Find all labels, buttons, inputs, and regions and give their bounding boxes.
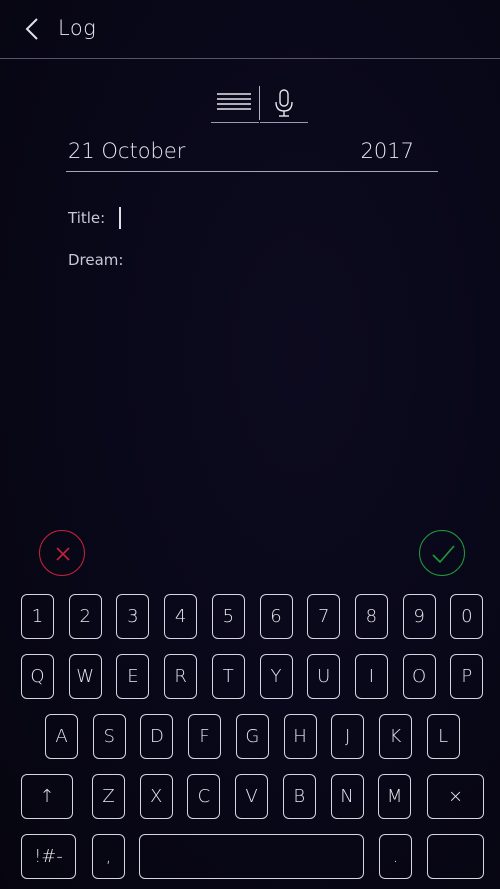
key-z[interactable]: Z (92, 774, 125, 819)
key-1[interactable]: 1 (21, 594, 54, 639)
checkmark-icon (432, 545, 455, 564)
key-q[interactable]: Q (21, 654, 54, 699)
key-x[interactable]: X (139, 774, 173, 819)
input-mode-switch (211, 84, 308, 123)
key-9[interactable]: 9 (402, 594, 436, 639)
key-i[interactable]: I (354, 654, 388, 699)
title-label: Title: (68, 209, 106, 227)
app-header: Log (0, 0, 500, 59)
comma-key[interactable]: , (92, 834, 125, 879)
key-r[interactable]: R (164, 654, 198, 699)
text-lines-icon (217, 93, 251, 110)
key-0[interactable]: 0 (450, 594, 484, 639)
key-n[interactable]: N (330, 774, 364, 819)
key-m[interactable]: M (378, 774, 412, 819)
period-key[interactable]: . (379, 834, 412, 879)
key-d[interactable]: D (140, 714, 174, 759)
microphone-icon (275, 89, 293, 117)
shift-key[interactable]: ↑ (21, 774, 73, 819)
enter-key[interactable] (427, 834, 484, 879)
key-l[interactable]: L (426, 714, 460, 759)
date-day-month: 21 October (68, 139, 186, 163)
key-k[interactable]: K (378, 714, 412, 759)
close-icon (56, 547, 70, 561)
date-selector[interactable]: 21 October 2017 (66, 139, 438, 172)
key-p[interactable]: P (450, 654, 484, 699)
page-title: Log (58, 16, 97, 40)
key-e[interactable]: E (116, 654, 150, 699)
key-7[interactable]: 7 (307, 594, 341, 639)
chevron-left-icon (25, 18, 38, 40)
key-5[interactable]: 5 (211, 594, 245, 639)
back-button[interactable] (18, 14, 48, 44)
text-mode-tab[interactable] (211, 84, 259, 123)
key-a[interactable]: A (45, 714, 78, 759)
key-4[interactable]: 4 (164, 594, 198, 639)
key-t[interactable]: T (211, 654, 245, 699)
key-b[interactable]: B (282, 774, 316, 819)
dream-label: Dream: (68, 251, 124, 269)
symbols-key[interactable]: !#- (21, 834, 76, 879)
cancel-button[interactable] (39, 530, 85, 576)
key-w[interactable]: W (68, 654, 102, 699)
key-f[interactable]: F (188, 714, 222, 759)
space-key[interactable] (139, 834, 364, 879)
key-j[interactable]: J (331, 714, 365, 759)
key-o[interactable]: O (402, 654, 436, 699)
title-input-caret[interactable] (119, 207, 121, 229)
key-v[interactable]: V (235, 774, 269, 819)
key-c[interactable]: C (187, 774, 221, 819)
key-h[interactable]: H (283, 714, 317, 759)
key-6[interactable]: 6 (259, 594, 293, 639)
date-year: 2017 (360, 139, 414, 163)
key-s[interactable]: S (92, 714, 126, 759)
delete-key[interactable]: × (427, 774, 484, 819)
key-2[interactable]: 2 (68, 594, 102, 639)
confirm-button[interactable] (419, 530, 465, 576)
key-u[interactable]: U (307, 654, 341, 699)
key-g[interactable]: G (235, 714, 269, 759)
key-y[interactable]: Y (259, 654, 293, 699)
key-8[interactable]: 8 (354, 594, 388, 639)
voice-mode-tab[interactable] (260, 84, 308, 123)
key-3[interactable]: 3 (116, 594, 150, 639)
